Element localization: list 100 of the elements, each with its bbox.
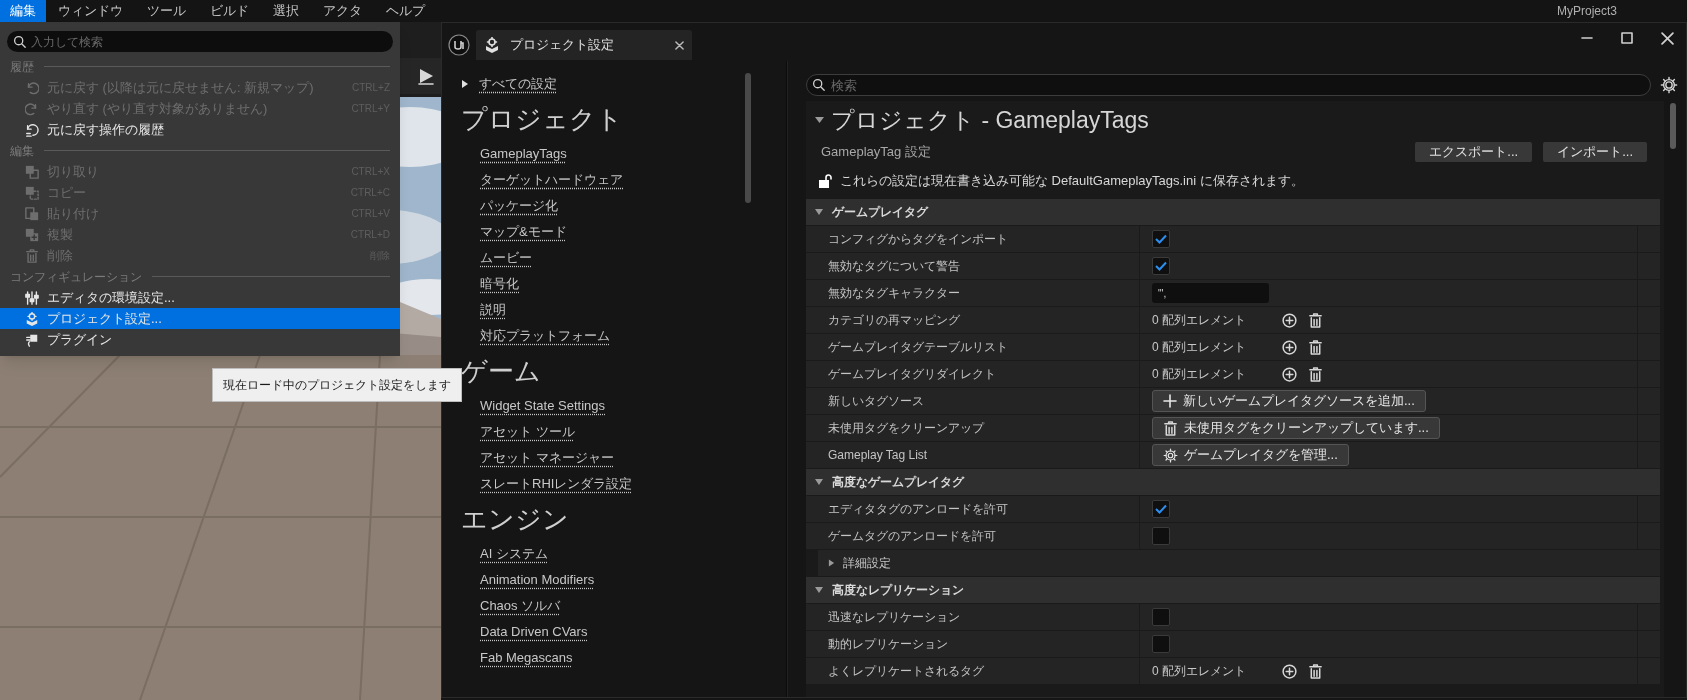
cube-gear-icon	[25, 311, 39, 326]
nav-link[interactable]: ターゲットハードウェア	[480, 170, 623, 190]
property-label: コンフィグからタグをインポート	[828, 231, 1008, 248]
menu-item[interactable]: 編集	[0, 0, 46, 22]
array-count: 0 配列エレメント	[1152, 339, 1247, 356]
trash-icon	[25, 248, 39, 263]
array-count: 0 配列エレメント	[1152, 312, 1247, 329]
property-label: エディタタグのアンロードを許可	[828, 501, 1008, 518]
trash-icon[interactable]	[1308, 312, 1323, 328]
checkbox[interactable]	[1152, 635, 1170, 653]
section-header[interactable]: 高度なゲームプレイタグ	[806, 469, 1660, 496]
tab[interactable]: プロジェクト設定	[476, 30, 692, 60]
nav-link[interactable]: Animation Modifiers	[480, 570, 595, 590]
text-field[interactable]: "',	[1152, 283, 1269, 303]
nav-link[interactable]: スレートRHIレンダラ設定	[480, 474, 633, 494]
scrollbar[interactable]	[745, 73, 751, 203]
settings-icon	[1163, 447, 1178, 463]
menu-item[interactable]: プロジェクト設定...	[0, 308, 400, 329]
nav-link[interactable]: マップ&モード	[480, 222, 567, 242]
section-header[interactable]: 高度なレプリケーション	[806, 577, 1660, 604]
menu-item[interactable]: プラグイン	[0, 329, 400, 350]
action-button[interactable]: 未使用タグをクリーンアップしています...	[1152, 417, 1440, 439]
page-title: プロジェクト - GameplayTags	[831, 105, 1149, 135]
trash-icon[interactable]	[1308, 663, 1323, 679]
checkbox[interactable]	[1152, 608, 1170, 626]
action-button[interactable]: 新しいゲームプレイタグソースを追加...	[1152, 390, 1426, 412]
cube-gear-icon	[484, 37, 500, 53]
nav-link[interactable]: 対応プラットフォーム	[480, 326, 610, 346]
plus-circle-icon[interactable]	[1282, 312, 1297, 328]
menu-item[interactable]: ウィンドウ	[46, 0, 135, 22]
property-label: ゲームタグのアンロードを許可	[828, 528, 996, 545]
plus-circle-icon[interactable]	[1282, 339, 1297, 355]
close-icon[interactable]	[675, 40, 684, 50]
nav-heading: エンジン	[461, 502, 569, 536]
nav-link[interactable]: GameplayTags	[480, 144, 567, 164]
array-count: 0 配列エレメント	[1152, 366, 1247, 383]
plus-circle-icon[interactable]	[1282, 663, 1297, 679]
nav-link[interactable]: 説明	[480, 300, 506, 320]
nav-link[interactable]: Data Driven CVars	[480, 622, 588, 642]
project-name: MyProject3	[1556, 3, 1617, 20]
copy-icon	[25, 185, 39, 200]
notice-text: これらの設定は現在書き込み可能な DefaultGameplayTags.ini に保存されます。	[840, 172, 1304, 191]
checkbox[interactable]	[1152, 230, 1170, 248]
trash-icon[interactable]	[1163, 420, 1178, 436]
search-icon	[13, 35, 26, 48]
collapse-arrow-icon[interactable]	[814, 116, 825, 124]
maximize-icon[interactable]	[1621, 32, 1633, 44]
history-icon	[25, 122, 39, 137]
collapse-arrow-icon	[814, 478, 824, 486]
menu-item[interactable]: エディタの環境設定...	[0, 287, 400, 308]
nav-link[interactable]: パッケージ化	[480, 196, 558, 216]
redo-icon	[25, 101, 39, 116]
plus-circle-icon[interactable]	[1282, 366, 1297, 382]
nav-link[interactable]: すべての設定	[479, 74, 557, 94]
nav-link[interactable]: ムービー	[480, 248, 532, 268]
trash-icon[interactable]	[1308, 339, 1323, 355]
nav-heading: ゲーム	[461, 354, 541, 388]
action-button[interactable]: ゲームプレイタグを管理...	[1152, 444, 1349, 466]
section-header[interactable]: ゲームプレイタグ	[806, 199, 1660, 226]
property-label: 新しいタグソース	[828, 393, 924, 410]
nav-link[interactable]: 暗号化	[480, 274, 519, 294]
nav-link[interactable]: AI システム	[480, 544, 548, 564]
duplicate-icon	[25, 227, 39, 242]
menu-item[interactable]: 選択	[261, 0, 311, 22]
checkbox[interactable]	[1152, 257, 1170, 275]
scrollbar[interactable]	[1670, 103, 1676, 149]
nav-heading: プロジェクト	[461, 102, 623, 136]
trash-icon[interactable]	[1308, 366, 1323, 382]
logo-icon	[448, 34, 470, 56]
menu-item[interactable]: ビルド	[198, 0, 261, 22]
search-field[interactable]: 検索	[806, 74, 1651, 96]
settings-icon[interactable]	[1660, 76, 1678, 94]
nav-link[interactable]: アセット マネージャー	[480, 448, 614, 468]
property-label: カテゴリの再マッピング	[828, 312, 960, 329]
property-label: 未使用タグをクリーンアップ	[828, 420, 984, 437]
play-icon[interactable]	[417, 67, 435, 85]
property-label: 動的レプリケーション	[828, 636, 948, 653]
menu-item[interactable]: 元に戻す操作の履歴	[0, 119, 400, 140]
close-icon[interactable]	[1661, 31, 1674, 45]
search-field[interactable]: 入力して検索	[7, 31, 393, 52]
action-button[interactable]: エクスポート...	[1414, 141, 1534, 163]
plus-icon	[1163, 394, 1177, 408]
menu-item[interactable]: アクタ	[311, 0, 374, 22]
array-count: 0 配列エレメント	[1152, 663, 1247, 680]
nav-link[interactable]: Fab Megascans	[480, 648, 573, 668]
menu-item[interactable]: ツール	[135, 0, 198, 22]
nav-link[interactable]: アセット ツール	[480, 422, 575, 442]
nav-link[interactable]: Widget State Settings	[480, 396, 605, 416]
tooltip: 現在ロード中のプロジェクト設定をします	[212, 368, 462, 402]
checkbox[interactable]	[1152, 500, 1170, 518]
section-label: 編集	[10, 142, 34, 160]
expand-arrow-icon[interactable]	[461, 79, 469, 89]
action-button[interactable]: インポート...	[1542, 141, 1648, 163]
search-icon	[812, 78, 825, 91]
section-label: 履歴	[10, 58, 34, 76]
property-label: よくレプリケートされるタグ	[828, 663, 984, 680]
nav-link[interactable]: Chaos ソルバ	[480, 596, 561, 616]
property-label: 迅速なレプリケーション	[828, 609, 960, 626]
menu-item[interactable]: ヘルプ	[374, 0, 437, 22]
checkbox[interactable]	[1152, 527, 1170, 545]
